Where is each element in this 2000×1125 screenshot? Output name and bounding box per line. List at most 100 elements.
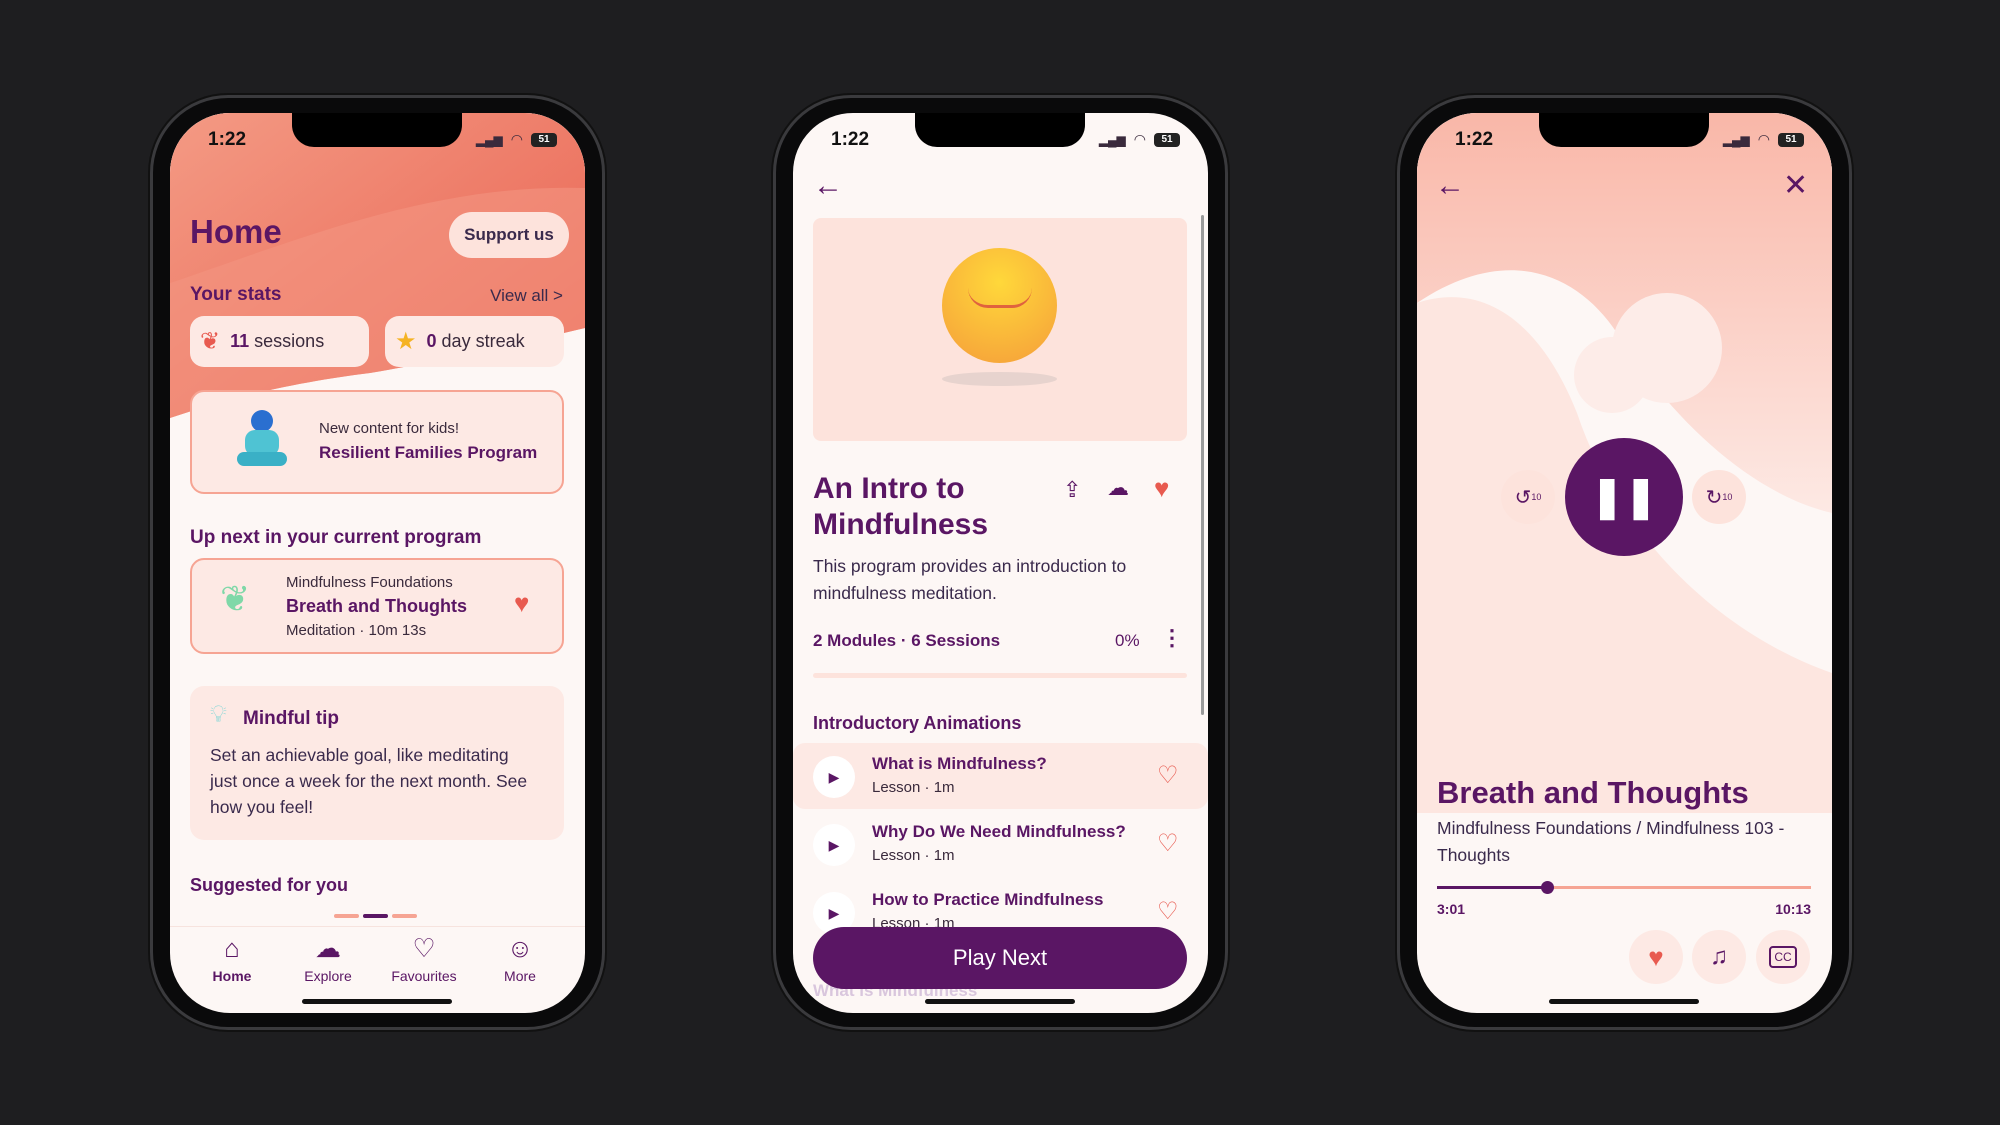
up-next-title: Breath and Thoughts — [286, 596, 467, 616]
status-icons: ▂▄▆ ◠ 51 — [476, 131, 557, 148]
home-icon: ⌂ — [224, 933, 240, 963]
mindful-tip-card: 💡︎ Mindful tip Set an achievable goal, l… — [190, 686, 564, 840]
more-options-icon[interactable]: ⋮ — [1161, 625, 1183, 651]
tab-label: Home — [212, 968, 252, 984]
share-icon[interactable]: ⇪ — [1063, 477, 1081, 503]
streak-count: 0 — [426, 331, 437, 351]
favourite-button[interactable]: ♥ — [1629, 930, 1683, 984]
lesson-meta: Lesson · 1m — [872, 847, 955, 864]
phone-home: 1:22 ▂▄▆ ◠ 51 Home Support us Your stats V… — [150, 95, 605, 1030]
program-hero-image — [813, 218, 1187, 441]
notch — [915, 113, 1085, 147]
sessions-label: sessions — [254, 331, 325, 351]
battery-icon: 51 — [531, 132, 557, 147]
shooting-star-icon: ★ — [395, 328, 417, 355]
heart-outline-icon[interactable]: ♡ — [1157, 897, 1179, 926]
progress-percent: 0% — [1115, 631, 1140, 650]
lesson-row[interactable]: ▶ Why Do We Need Mindfulness? Lesson · 1… — [793, 811, 1208, 877]
lesson-row[interactable]: ▶ What is Mindfulness? Lesson · 1m ♡ — [793, 743, 1208, 809]
status-time: 1:22 — [831, 129, 870, 150]
favourite-heart-icon[interactable]: ♥ — [514, 588, 529, 619]
lightbulb-icon: 💡︎ — [210, 701, 227, 728]
support-us-button[interactable]: Support us — [449, 212, 569, 258]
tab-label: Explore — [304, 968, 352, 984]
rewind-10-button[interactable]: ↺ 10 — [1501, 470, 1555, 524]
play-icon[interactable]: ▶ — [813, 824, 855, 866]
phone-player: 1:22 ▂▄▆ ◠ 51 ← ✕ ↺ 10 ❚❚ ↻ 10 Breath and Th… — [1397, 95, 1852, 1030]
tip-title: Mindful tip — [243, 708, 340, 729]
background-music-button[interactable]: ♫ — [1692, 930, 1746, 984]
up-next-heading: Up next in your current program — [190, 527, 482, 548]
pause-icon: ❚❚ — [1590, 475, 1658, 519]
carousel-dot-active[interactable] — [363, 914, 388, 918]
wifi-icon: ◠ — [1757, 131, 1770, 147]
program-title: An Intro to Mindfulness — [813, 471, 988, 543]
track-title: Breath and Thoughts — [1437, 775, 1749, 810]
stats-heading: Your stats — [190, 284, 282, 305]
tab-explore[interactable]: ☁︎ Explore — [283, 933, 373, 984]
carousel-dot[interactable] — [334, 914, 359, 918]
sun-shadow — [942, 372, 1057, 386]
tab-label: More — [504, 968, 536, 984]
captions-button[interactable]: CC — [1756, 930, 1810, 984]
sessions-count: 11 — [230, 331, 250, 351]
streak-stat-card[interactable]: ★ 0 day streak — [385, 316, 564, 367]
program-description: This program provides an introduction to… — [813, 556, 1127, 603]
music-note-icon: ♫ — [1710, 943, 1728, 970]
tab-home[interactable]: ⌂ Home — [187, 933, 277, 984]
view-all-link[interactable]: View all > — [490, 286, 563, 306]
carousel-indicator[interactable] — [334, 914, 417, 918]
up-next-program: Mindfulness Foundations — [286, 574, 453, 591]
forward-10-button[interactable]: ↻ 10 — [1692, 470, 1746, 524]
lesson-title: What is Mindfulness? — [872, 754, 1047, 773]
heart-flower-icon: ❦ — [200, 328, 221, 355]
carousel-dot[interactable] — [392, 914, 417, 918]
player-screen: 1:22 ▂▄▆ ◠ 51 ← ✕ ↺ 10 ❚❚ ↻ 10 Breath and Th… — [1417, 113, 1832, 1013]
tab-favourites[interactable]: ♡ Favourites — [379, 933, 469, 984]
forward-label: 10 — [1722, 492, 1733, 502]
play-icon[interactable]: ▶ — [813, 756, 855, 798]
play-next-button[interactable]: Play Next — [813, 927, 1187, 989]
tip-text: Set an achievable goal, like meditating … — [210, 745, 528, 817]
heart-outline-icon[interactable]: ♡ — [1157, 829, 1179, 858]
heart-icon: ♡ — [412, 933, 436, 963]
elapsed-time: 3:01 — [1437, 901, 1466, 917]
status-icons: ▂▄▆ ◠ 51 — [1099, 131, 1180, 148]
sprout-icon: ❦ — [220, 578, 251, 619]
kids-banner-subtitle: New content for kids! — [319, 420, 460, 437]
tab-more[interactable]: ☺ More — [475, 933, 565, 984]
section-heading: Introductory Animations — [813, 713, 1022, 733]
battery-icon: 51 — [1778, 132, 1804, 147]
playback-slider[interactable] — [1437, 881, 1811, 894]
status-time: 1:22 — [1455, 129, 1494, 150]
notch — [292, 113, 462, 147]
rewind-label: 10 — [1531, 492, 1542, 502]
lesson-title: Why Do We Need Mindfulness? — [872, 822, 1126, 841]
suggested-heading: Suggested for you — [190, 875, 349, 895]
sessions-stat-card[interactable]: ❦ 11 sessions — [190, 316, 369, 367]
page-title: Home — [190, 213, 282, 250]
scrollbar[interactable] — [1201, 215, 1204, 715]
home-screen: 1:22 ▂▄▆ ◠ 51 Home Support us Your stats V… — [170, 113, 585, 1013]
back-arrow-icon[interactable]: ← — [813, 169, 843, 203]
phone-program: 1:22 ▂▄▆ ◠ 51 ← An Intro to Mindfulness ⇪ ☁… — [773, 95, 1228, 1030]
kids-banner-title: Resilient Families Program — [319, 443, 538, 462]
back-arrow-icon[interactable]: ← — [1435, 169, 1465, 203]
sun-smile — [968, 288, 1032, 308]
status-icons: ▂▄▆ ◠ 51 — [1723, 131, 1804, 148]
rewind-icon: ↺ — [1514, 486, 1532, 509]
notch — [1539, 113, 1709, 147]
kids-content-banner[interactable]: New content for kids! Resilient Families… — [190, 390, 564, 494]
tab-label: Favourites — [391, 968, 457, 984]
heart-outline-icon[interactable]: ♡ — [1157, 761, 1179, 790]
pause-button[interactable]: ❚❚ — [1565, 438, 1683, 556]
download-cloud-icon[interactable]: ☁︎ — [1107, 475, 1129, 501]
status-time: 1:22 — [208, 129, 247, 150]
slider-thumb[interactable] — [1541, 881, 1555, 894]
up-next-meta: Meditation · 10m 13s — [286, 622, 427, 639]
closed-captions-icon: CC — [1769, 946, 1797, 968]
forward-icon: ↻ — [1705, 486, 1723, 509]
close-icon[interactable]: ✕ — [1783, 169, 1808, 203]
favourite-heart-icon[interactable]: ♥ — [1154, 473, 1169, 504]
up-next-card[interactable]: ❦ Mindfulness Foundations Breath and Tho… — [190, 558, 564, 654]
